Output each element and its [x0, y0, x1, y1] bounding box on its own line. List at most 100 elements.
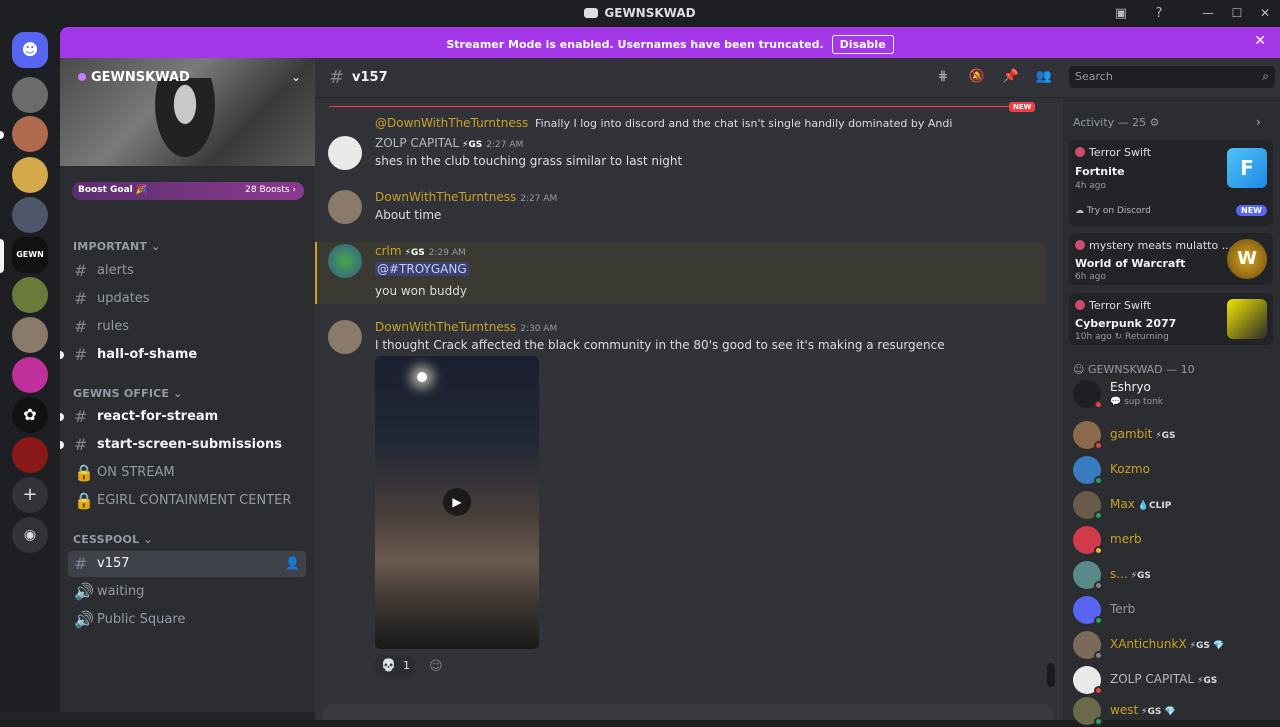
play-icon[interactable]: ▶: [443, 488, 471, 516]
member-row[interactable]: Kozmo: [1071, 454, 1276, 486]
notifications-muted-icon[interactable]: 🔕: [968, 69, 986, 87]
boost-goal-bar[interactable]: Boost Goal 🎉 28 Boosts ›: [72, 182, 304, 200]
activity-user: mystery meats mulatto ...: [1075, 239, 1232, 252]
close-window-button[interactable]: ✕: [1252, 4, 1278, 22]
activity-card-fortnite[interactable]: Terror Swift Fortnite 4h ago F ☁ Try on …: [1069, 140, 1273, 226]
reply-reference[interactable]: @DownWithTheTurntness Finally I log into…: [375, 116, 952, 130]
server-icon-4[interactable]: [12, 197, 48, 233]
category-cesspool[interactable]: CESSPOOL ⌄: [73, 533, 153, 546]
activity-card-cyberpunk[interactable]: Terror Swift Cyberpunk 2077 10h ago ↻ Re…: [1069, 293, 1273, 345]
try-on-discord-link[interactable]: ☁ Try on Discord: [1075, 206, 1151, 216]
status-indicator: [1094, 616, 1103, 625]
video-attachment[interactable]: ▶: [375, 356, 539, 649]
member-name: Kozmo: [1110, 462, 1150, 476]
minimize-button[interactable]: —: [1195, 4, 1221, 22]
status-indicator: [1094, 400, 1103, 409]
channel-v157[interactable]: # v157 👤: [68, 551, 306, 577]
channel-react-for-stream[interactable]: # react-for-stream: [60, 404, 306, 430]
threads-icon[interactable]: ⋕: [934, 69, 952, 87]
member-name-text: merb: [1110, 532, 1142, 546]
message-list: NEW @DownWithTheTurntness Finally I log …: [315, 98, 1063, 720]
server-icon-2[interactable]: [12, 116, 48, 152]
chevron-right-icon[interactable]: ›: [1256, 115, 1261, 129]
channel-rules[interactable]: # rules: [68, 314, 306, 340]
activity-card-wow[interactable]: mystery meats mulatto ... World of Warcr…: [1069, 233, 1273, 285]
channel-start-screen-submissions[interactable]: # start-screen-submissions: [60, 432, 306, 458]
member-row[interactable]: gambit ⚡GS: [1071, 419, 1276, 451]
channel-hall-of-shame[interactable]: # hall-of-shame: [60, 342, 306, 368]
lock-icon: 🔒: [74, 463, 94, 482]
category-gewns-office[interactable]: GEWNS OFFICE ⌄: [73, 387, 183, 400]
discord-home-icon[interactable]: ☻: [12, 32, 48, 68]
inbox-icon[interactable]: ▣: [1112, 5, 1130, 23]
member-name-text: Kozmo: [1110, 462, 1150, 476]
help-icon[interactable]: ?: [1150, 5, 1168, 23]
banner-close-icon[interactable]: ✕: [1254, 33, 1266, 49]
server-icon-1[interactable]: [12, 77, 48, 113]
member-row[interactable]: 💬 sup tonk Eshryo: [1071, 378, 1276, 410]
member-name: Max 💧CLIP: [1110, 497, 1171, 511]
search-input[interactable]: Search ⌕: [1069, 66, 1275, 88]
search-bar: Search ⌕: [1063, 58, 1280, 98]
maximize-button[interactable]: ☐: [1224, 4, 1250, 22]
hash-icon: #: [74, 407, 88, 426]
avatar-downwiththeturntness[interactable]: [328, 320, 362, 354]
member-row[interactable]: s... ⚡GS: [1071, 559, 1276, 591]
member-name-text: ZOLP CAPITAL: [1110, 672, 1195, 686]
unread-pill: [60, 413, 64, 421]
channel-alerts[interactable]: # alerts: [68, 258, 306, 284]
server-icon-10[interactable]: [12, 437, 48, 473]
role-mention[interactable]: @#TROYGANG: [375, 262, 469, 276]
scrollbar-thumb[interactable]: [1047, 663, 1055, 687]
server-icon-7[interactable]: [12, 317, 48, 353]
server-icon-8[interactable]: [12, 357, 48, 393]
add-reaction-icon[interactable]: ☺: [429, 659, 443, 674]
channel-on-stream[interactable]: 🔒 ON STREAM: [68, 460, 306, 486]
avatar-crlm[interactable]: [328, 244, 362, 278]
username[interactable]: crlm: [375, 244, 402, 258]
server-icon-6[interactable]: [12, 277, 48, 313]
server-icon-3[interactable]: [12, 157, 48, 193]
user-avatar: [1075, 240, 1085, 250]
server-header[interactable]: GEWNSKWAD ⌄: [60, 58, 315, 166]
member-row[interactable]: Terb: [1071, 594, 1276, 626]
disable-button[interactable]: Disable: [831, 35, 894, 54]
message-text: About time: [375, 208, 442, 222]
message-composer[interactable]: [323, 704, 1053, 720]
member-name: ZOLP CAPITAL ⚡GS: [1110, 672, 1217, 686]
add-member-icon[interactable]: 👤: [285, 556, 300, 570]
channel-updates[interactable]: # updates: [68, 286, 306, 312]
avatar-downwiththeturntness[interactable]: [328, 190, 362, 224]
reply-user[interactable]: @DownWithTheTurntness: [375, 116, 528, 130]
avatar-zolp[interactable]: [328, 136, 362, 170]
member-name: XAntichunkX ⚡GS 💎: [1110, 637, 1224, 651]
server-icon-gewnskwad[interactable]: GEWN: [12, 237, 48, 273]
category-important[interactable]: IMPORTANT ⌄: [73, 240, 161, 253]
chevron-down-icon[interactable]: ⌄: [291, 70, 301, 84]
channel-waiting[interactable]: 🔊 waiting: [68, 579, 306, 605]
role-tag: ⚡GS: [404, 248, 425, 258]
username[interactable]: DownWithTheTurntness: [375, 190, 516, 204]
pin-icon[interactable]: 📌: [1002, 69, 1020, 87]
channel-egirl-containment-center[interactable]: 🔒 EGIRL CONTAINMENT CENTER: [68, 488, 306, 514]
username[interactable]: ZOLP CAPITAL: [375, 136, 459, 150]
member-row[interactable]: ZOLP CAPITAL ⚡GS: [1071, 664, 1276, 696]
member-row[interactable]: XAntichunkX ⚡GS 💎: [1071, 629, 1276, 661]
member-row[interactable]: west ⚡GS 💎: [1071, 695, 1276, 727]
discover-icon[interactable]: ◉: [12, 517, 48, 553]
activity-time: 4h ago: [1075, 181, 1107, 191]
message-header: DownWithTheTurntness 2:30 AM: [375, 320, 557, 334]
message-text: I thought Crack affected the black commu…: [375, 338, 945, 352]
street-lamp: [417, 372, 427, 382]
add-server-icon[interactable]: +: [12, 477, 48, 513]
member-name: merb: [1110, 532, 1142, 546]
member-list-icon[interactable]: 👥: [1035, 69, 1053, 87]
member-row[interactable]: Max 💧CLIP: [1071, 489, 1276, 521]
reaction-skull[interactable]: 💀 1: [375, 655, 415, 677]
username[interactable]: DownWithTheTurntness: [375, 320, 516, 334]
server-icon-9[interactable]: ✿: [12, 397, 48, 433]
channel-public-square[interactable]: 🔊 Public Square: [68, 607, 306, 633]
member-badge: ⚡GS: [1197, 676, 1218, 686]
hash-icon: #: [74, 261, 88, 280]
member-row[interactable]: merb: [1071, 524, 1276, 556]
